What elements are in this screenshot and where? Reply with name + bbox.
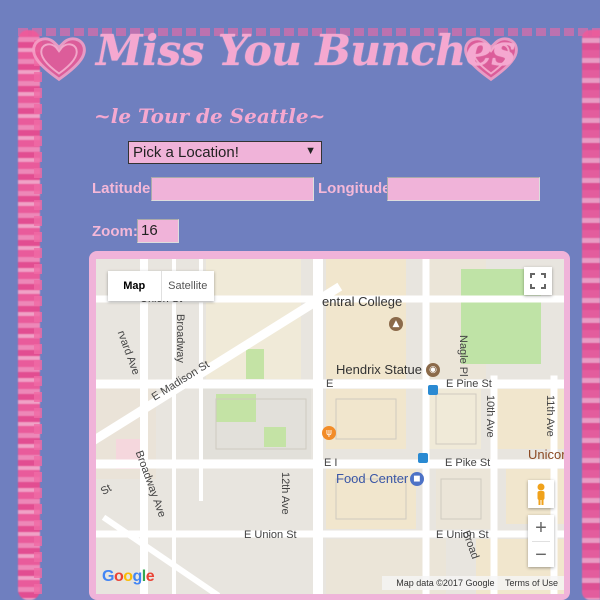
heart-icon [32,37,86,82]
street-label-pike-e: E I [324,457,338,469]
terms-of-use-link[interactable]: Terms of Use [505,578,558,588]
longitude-field[interactable] [387,177,540,201]
restaurant-pin-icon[interactable]: ψ [322,426,336,440]
zoom-out-button[interactable]: − [528,542,554,568]
map-view[interactable]: E Madison St E Pine St E E Pike St E I E… [96,259,564,594]
right-border-decoration [582,30,600,600]
camera-pin-icon[interactable]: ◉ [426,363,440,377]
longitude-label: Longitude: [318,180,396,197]
school-pin-icon[interactable]: ▲ [389,317,403,331]
poi-hendrix-statue[interactable]: Hendrix Statue [336,362,422,377]
street-label-union: E Union St [244,529,297,541]
zoom-label: Zoom: [92,223,138,240]
pegman-icon [537,483,545,505]
location-select-value: Pick a Location! [133,144,239,161]
zoom-in-button[interactable]: + [528,515,554,541]
map-attribution: Map data ©2017 Google Terms of Use [382,576,564,590]
shopping-cart-pin-icon[interactable]: ◼ [410,472,424,486]
map-type-map-button[interactable]: Map [108,271,162,301]
street-label-10th: 10th Ave [484,395,496,438]
left-border-decoration-inner [34,40,42,600]
location-select[interactable]: Pick a Location! ▼ [128,141,322,164]
street-label-12th: 12th Ave [279,472,291,515]
map-type-control: Map Satellite [108,271,214,301]
street-label-pine-e: E [326,378,334,390]
street-label-pike: E Pike St [445,457,491,469]
poi-unicorn[interactable]: Unicor [528,447,564,462]
zoom-field[interactable]: 16 [137,219,179,243]
page-subtitle: ~le Tour de Seattle~ [94,104,326,128]
poi-central-college[interactable]: entral College [322,294,402,309]
google-logo[interactable]: Google [102,568,155,586]
fullscreen-icon [530,273,546,289]
poi-food-center[interactable]: Food Center [336,471,408,486]
fullscreen-button[interactable] [524,267,552,295]
zoom-control: + − [528,515,554,567]
street-label-11th: 11th Ave [544,395,556,437]
street-label-nagle: Nagle Pl [457,335,469,377]
latitude-field[interactable] [151,177,314,201]
street-label-broadway: Broadway [174,314,186,363]
street-view-pegman-button[interactable] [528,480,554,508]
page-title: Miss You Bunches [96,26,515,75]
latitude-label: Latitude: [92,180,156,197]
dropdown-arrow-icon: ▼ [305,145,316,157]
map-data-credit: Map data ©2017 Google [396,578,495,588]
street-label-pine: E Pine St [446,378,492,390]
map-type-satellite-button[interactable]: Satellite [162,271,215,301]
